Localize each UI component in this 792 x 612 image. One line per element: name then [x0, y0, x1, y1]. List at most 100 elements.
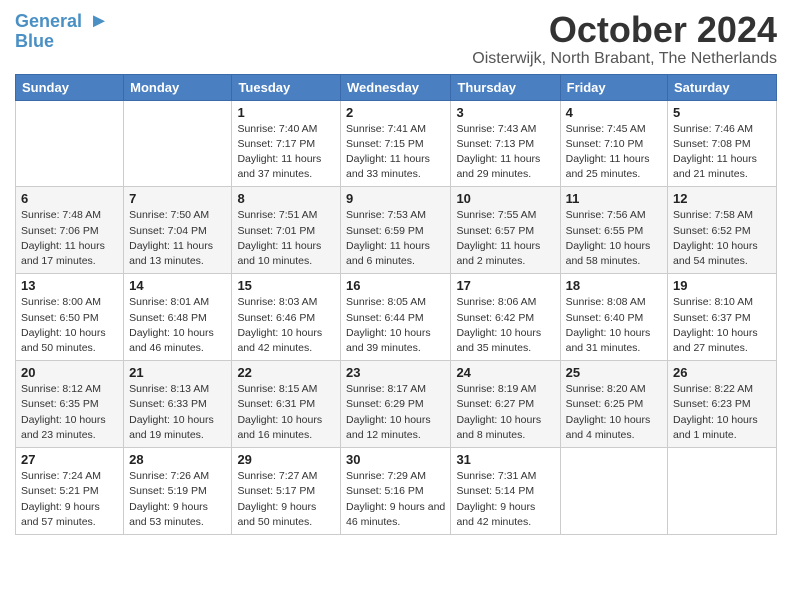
calendar-cell: 12Sunrise: 7:58 AM Sunset: 6:52 PM Dayli… [668, 187, 777, 274]
day-info: Sunrise: 8:13 AM Sunset: 6:33 PM Dayligh… [129, 382, 226, 443]
day-info: Sunrise: 8:12 AM Sunset: 6:35 PM Dayligh… [21, 382, 118, 443]
calendar-cell: 2 Sunrise: 7:41 AM Sunset: 7:15 PM Daylig… [341, 100, 451, 187]
day-number: 19 [673, 278, 771, 293]
day-number: 14 [129, 278, 226, 293]
logo-subtext: Blue [15, 32, 54, 52]
day-info: Sunrise: 7:55 AM Sunset: 6:57 PM Dayligh… [456, 208, 554, 269]
calendar-week-3: 13Sunrise: 8:00 AM Sunset: 6:50 PM Dayli… [16, 274, 777, 361]
day-info: Sunrise: 8:01 AM Sunset: 6:48 PM Dayligh… [129, 295, 226, 356]
month-title: October 2024 [472, 10, 777, 50]
day-info: Sunrise: 7:27 AM Sunset: 5:17 PM Dayligh… [237, 469, 335, 530]
day-info: Sunrise: 7:24 AM Sunset: 5:21 PM Dayligh… [21, 469, 118, 530]
day-number: 24 [456, 365, 554, 380]
calendar-cell [124, 100, 232, 187]
day-number: 20 [21, 365, 118, 380]
day-info: Sunrise: 8:05 AM Sunset: 6:44 PM Dayligh… [346, 295, 445, 356]
calendar-cell: 4 Sunrise: 7:45 AM Sunset: 7:10 PM Daylig… [560, 100, 667, 187]
day-number: 9 [346, 191, 445, 206]
day-header-thursday: Thursday [451, 74, 560, 100]
day-header-sunday: Sunday [16, 74, 124, 100]
day-header-monday: Monday [124, 74, 232, 100]
calendar-cell: 21 Sunrise: 8:13 AM Sunset: 6:33 PM Dayli… [124, 361, 232, 448]
calendar-cell: 27 Sunrise: 7:24 AM Sunset: 5:21 PM Dayli… [16, 448, 124, 535]
calendar-week-5: 27 Sunrise: 7:24 AM Sunset: 5:21 PM Dayli… [16, 448, 777, 535]
calendar-cell: 15Sunrise: 8:03 AM Sunset: 6:46 PM Dayli… [232, 274, 341, 361]
calendar-cell: 18 Sunrise: 8:08 AM Sunset: 6:40 PM Dayli… [560, 274, 667, 361]
day-info: Sunrise: 7:46 AM Sunset: 7:08 PM Dayligh… [673, 122, 771, 183]
day-info: Sunrise: 7:26 AM Sunset: 5:19 PM Dayligh… [129, 469, 226, 530]
calendar-cell: 3 Sunrise: 7:43 AM Sunset: 7:13 PM Daylig… [451, 100, 560, 187]
calendar-cell: 14 Sunrise: 8:01 AM Sunset: 6:48 PM Dayli… [124, 274, 232, 361]
calendar-cell: 8 Sunrise: 7:51 AM Sunset: 7:01 PM Daylig… [232, 187, 341, 274]
day-number: 4 [566, 105, 662, 120]
day-info: Sunrise: 8:20 AM Sunset: 6:25 PM Dayligh… [566, 382, 662, 443]
calendar-cell: 30 Sunrise: 7:29 AM Sunset: 5:16 PM Dayli… [341, 448, 451, 535]
calendar-cell [16, 100, 124, 187]
day-number: 23 [346, 365, 445, 380]
day-number: 27 [21, 452, 118, 467]
location: Oisterwijk, North Brabant, The Netherlan… [472, 50, 777, 68]
calendar-cell: 6 Sunrise: 7:48 AM Sunset: 7:06 PM Daylig… [16, 187, 124, 274]
day-info: Sunrise: 7:51 AM Sunset: 7:01 PM Dayligh… [237, 208, 335, 269]
calendar-cell: 19 Sunrise: 8:10 AM Sunset: 6:37 PM Dayli… [668, 274, 777, 361]
title-block: October 2024 Oisterwijk, North Brabant, … [472, 10, 777, 68]
calendar-cell: 9 Sunrise: 7:53 AM Sunset: 6:59 PM Daylig… [341, 187, 451, 274]
day-header-saturday: Saturday [668, 74, 777, 100]
day-header-wednesday: Wednesday [341, 74, 451, 100]
calendar-cell: 23 Sunrise: 8:17 AM Sunset: 6:29 PM Dayli… [341, 361, 451, 448]
day-number: 17 [456, 278, 554, 293]
day-info: Sunrise: 7:53 AM Sunset: 6:59 PM Dayligh… [346, 208, 445, 269]
day-info: Sunrise: 8:17 AM Sunset: 6:29 PM Dayligh… [346, 382, 445, 443]
calendar-cell: 16 Sunrise: 8:05 AM Sunset: 6:44 PM Dayli… [341, 274, 451, 361]
calendar-cell: 7 Sunrise: 7:50 AM Sunset: 7:04 PM Daylig… [124, 187, 232, 274]
day-number: 8 [237, 191, 335, 206]
day-number: 6 [21, 191, 118, 206]
day-info: Sunrise: 7:43 AM Sunset: 7:13 PM Dayligh… [456, 122, 554, 183]
day-number: 3 [456, 105, 554, 120]
calendar-cell: 1 Sunrise: 7:40 AM Sunset: 7:17 PM Daylig… [232, 100, 341, 187]
calendar-week-1: 1 Sunrise: 7:40 AM Sunset: 7:17 PM Daylig… [16, 100, 777, 187]
day-header-friday: Friday [560, 74, 667, 100]
day-info: Sunrise: 7:31 AM Sunset: 5:14 PM Dayligh… [456, 469, 554, 530]
day-info: Sunrise: 8:10 AM Sunset: 6:37 PM Dayligh… [673, 295, 771, 356]
day-info: Sunrise: 7:40 AM Sunset: 7:17 PM Dayligh… [237, 122, 335, 183]
day-number: 28 [129, 452, 226, 467]
day-number: 10 [456, 191, 554, 206]
day-number: 21 [129, 365, 226, 380]
day-number: 18 [566, 278, 662, 293]
calendar-cell: 24 Sunrise: 8:19 AM Sunset: 6:27 PM Dayli… [451, 361, 560, 448]
day-number: 7 [129, 191, 226, 206]
day-number: 16 [346, 278, 445, 293]
calendar-cell: 22Sunrise: 8:15 AM Sunset: 6:31 PM Dayli… [232, 361, 341, 448]
calendar-header: SundayMondayTuesdayWednesdayThursdayFrid… [16, 74, 777, 100]
day-number: 30 [346, 452, 445, 467]
day-info: Sunrise: 8:22 AM Sunset: 6:23 PM Dayligh… [673, 382, 771, 443]
calendar-cell: 29 Sunrise: 7:27 AM Sunset: 5:17 PM Dayli… [232, 448, 341, 535]
day-number: 29 [237, 452, 335, 467]
day-info: Sunrise: 7:29 AM Sunset: 5:16 PM Dayligh… [346, 469, 445, 530]
calendar-week-4: 20 Sunrise: 8:12 AM Sunset: 6:35 PM Dayli… [16, 361, 777, 448]
day-info: Sunrise: 8:06 AM Sunset: 6:42 PM Dayligh… [456, 295, 554, 356]
day-number: 11 [566, 191, 662, 206]
calendar-cell: 25Sunrise: 8:20 AM Sunset: 6:25 PM Dayli… [560, 361, 667, 448]
day-info: Sunrise: 7:45 AM Sunset: 7:10 PM Dayligh… [566, 122, 662, 183]
calendar-week-2: 6 Sunrise: 7:48 AM Sunset: 7:06 PM Daylig… [16, 187, 777, 274]
calendar-table: SundayMondayTuesdayWednesdayThursdayFrid… [15, 74, 777, 535]
day-info: Sunrise: 7:48 AM Sunset: 7:06 PM Dayligh… [21, 208, 118, 269]
calendar-cell: 28 Sunrise: 7:26 AM Sunset: 5:19 PM Dayli… [124, 448, 232, 535]
logo-text: General ► [15, 10, 109, 32]
day-info: Sunrise: 8:19 AM Sunset: 6:27 PM Dayligh… [456, 382, 554, 443]
day-info: Sunrise: 7:41 AM Sunset: 7:15 PM Dayligh… [346, 122, 445, 183]
calendar-cell: 10 Sunrise: 7:55 AM Sunset: 6:57 PM Dayli… [451, 187, 560, 274]
day-number: 26 [673, 365, 771, 380]
day-number: 1 [237, 105, 335, 120]
day-info: Sunrise: 7:50 AM Sunset: 7:04 PM Dayligh… [129, 208, 226, 269]
day-info: Sunrise: 7:58 AM Sunset: 6:52 PM Dayligh… [673, 208, 771, 269]
calendar-cell: 13Sunrise: 8:00 AM Sunset: 6:50 PM Dayli… [16, 274, 124, 361]
page-header: General ► Blue October 2024 Oisterwijk, … [15, 10, 777, 68]
day-number: 2 [346, 105, 445, 120]
day-info: Sunrise: 7:56 AM Sunset: 6:55 PM Dayligh… [566, 208, 662, 269]
day-info: Sunrise: 8:08 AM Sunset: 6:40 PM Dayligh… [566, 295, 662, 356]
day-number: 22 [237, 365, 335, 380]
day-number: 5 [673, 105, 771, 120]
